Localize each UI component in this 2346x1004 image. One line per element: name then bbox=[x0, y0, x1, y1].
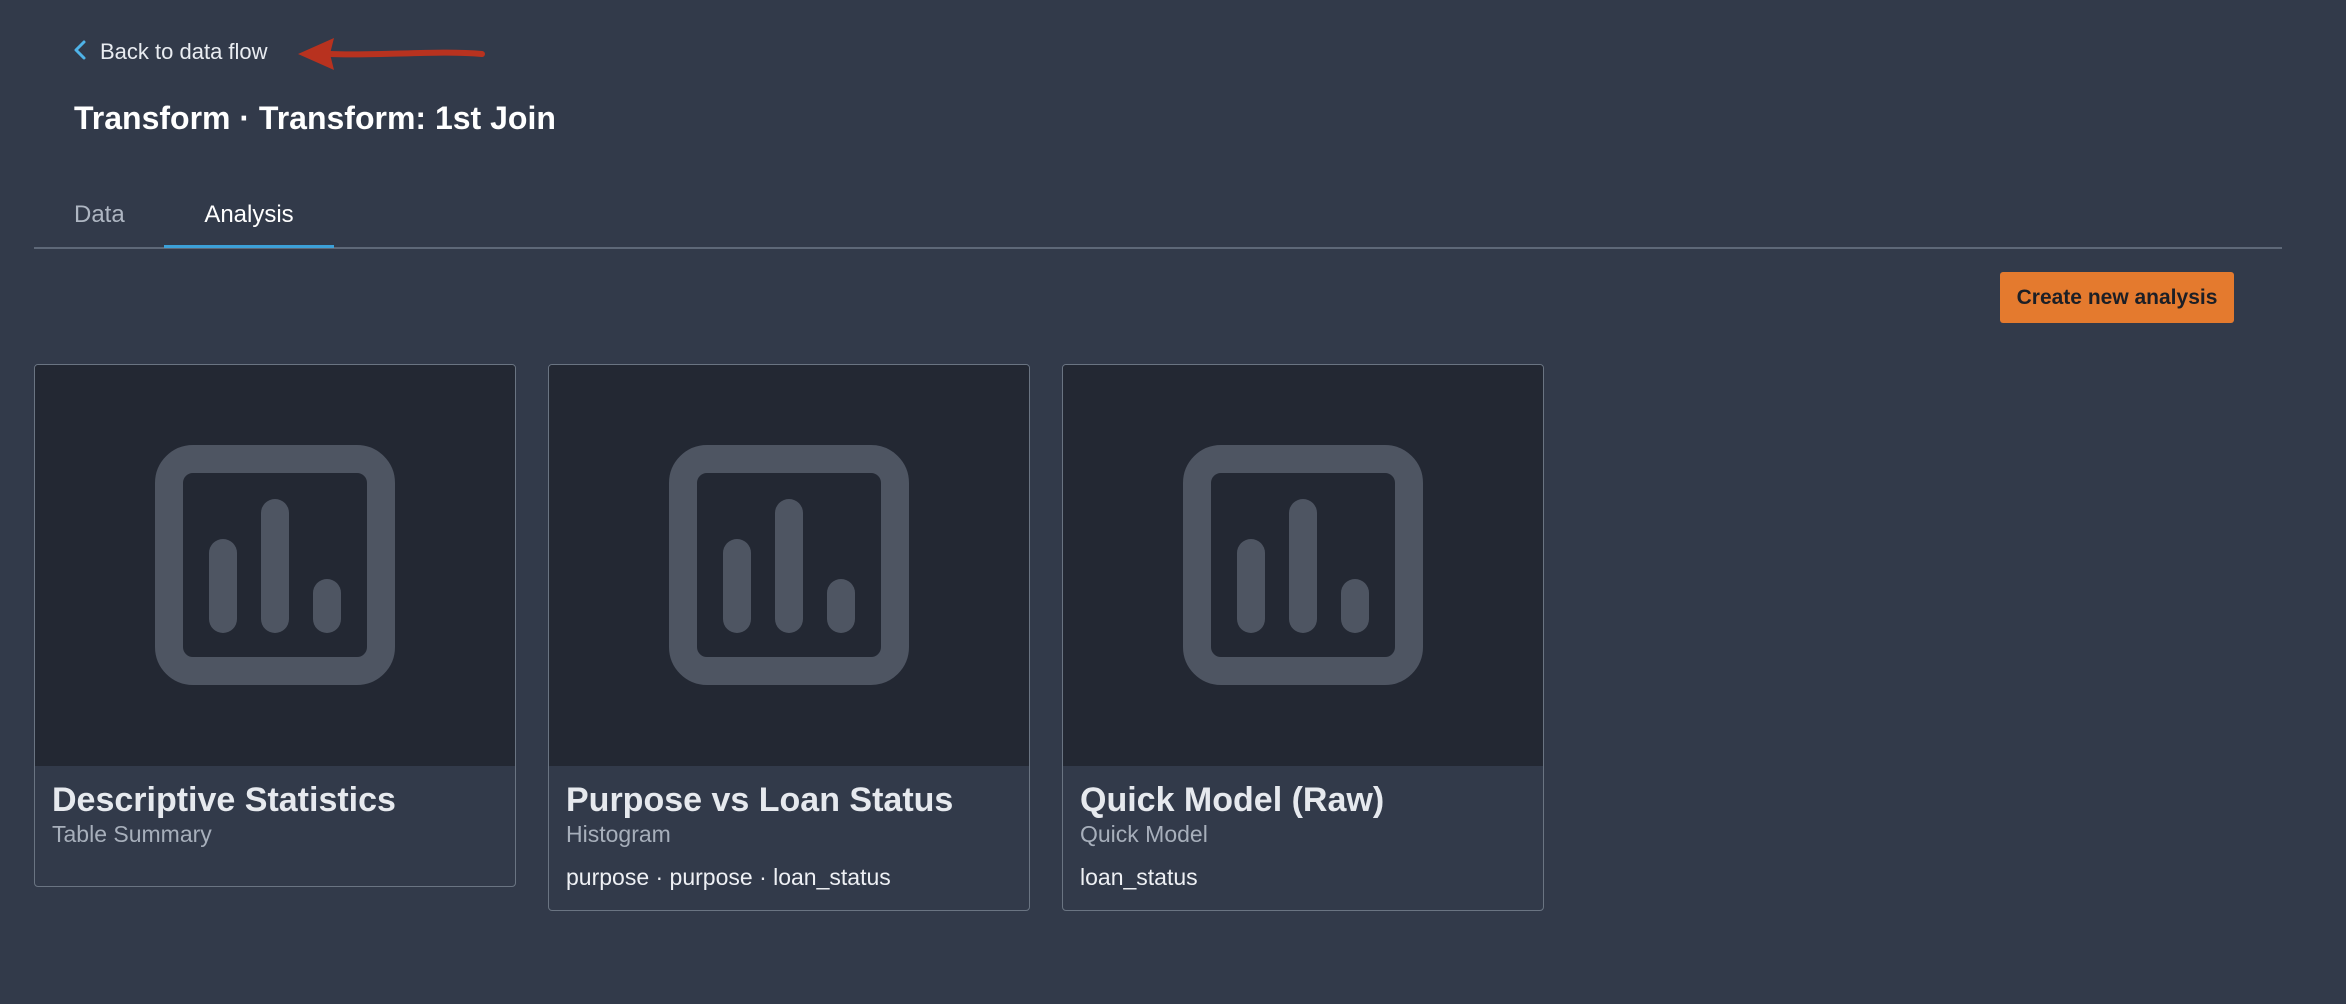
bar-chart-icon bbox=[155, 445, 395, 685]
back-to-data-flow-link[interactable]: Back to data flow bbox=[72, 36, 268, 68]
card-columns: purpose · purpose · loan_status bbox=[566, 864, 891, 890]
tab-data[interactable]: Data bbox=[74, 186, 174, 245]
card-title: Quick Model (Raw) bbox=[1080, 781, 1385, 819]
bar-chart-icon bbox=[1183, 445, 1423, 685]
chevron-left-icon bbox=[72, 39, 88, 66]
back-link-label: Back to data flow bbox=[100, 39, 268, 64]
tab-analysis[interactable]: Analysis bbox=[164, 186, 334, 248]
analysis-card[interactable]: Purpose vs Loan Status Histogram purpose… bbox=[548, 364, 1030, 911]
card-type: Histogram bbox=[566, 821, 671, 847]
red-arrow-annotation bbox=[298, 38, 485, 70]
create-new-analysis-button[interactable]: Create new analysis bbox=[2000, 272, 2234, 323]
card-title: Descriptive Statistics bbox=[52, 781, 396, 819]
tab-bar: Data Analysis bbox=[34, 186, 2282, 249]
analysis-card[interactable]: Quick Model (Raw) Quick Model loan_statu… bbox=[1062, 364, 1544, 911]
card-type: Table Summary bbox=[52, 821, 212, 847]
analysis-card[interactable]: Descriptive Statistics Table Summary bbox=[34, 364, 516, 887]
card-type: Quick Model bbox=[1080, 821, 1208, 847]
page-title: Transform · Transform: 1st Join bbox=[74, 100, 556, 136]
card-title: Purpose vs Loan Status bbox=[566, 781, 954, 819]
bar-chart-icon bbox=[669, 445, 909, 685]
card-thumbnail bbox=[1063, 365, 1543, 766]
card-columns: loan_status bbox=[1080, 864, 1198, 890]
card-thumbnail bbox=[35, 365, 515, 766]
card-thumbnail bbox=[549, 365, 1029, 766]
